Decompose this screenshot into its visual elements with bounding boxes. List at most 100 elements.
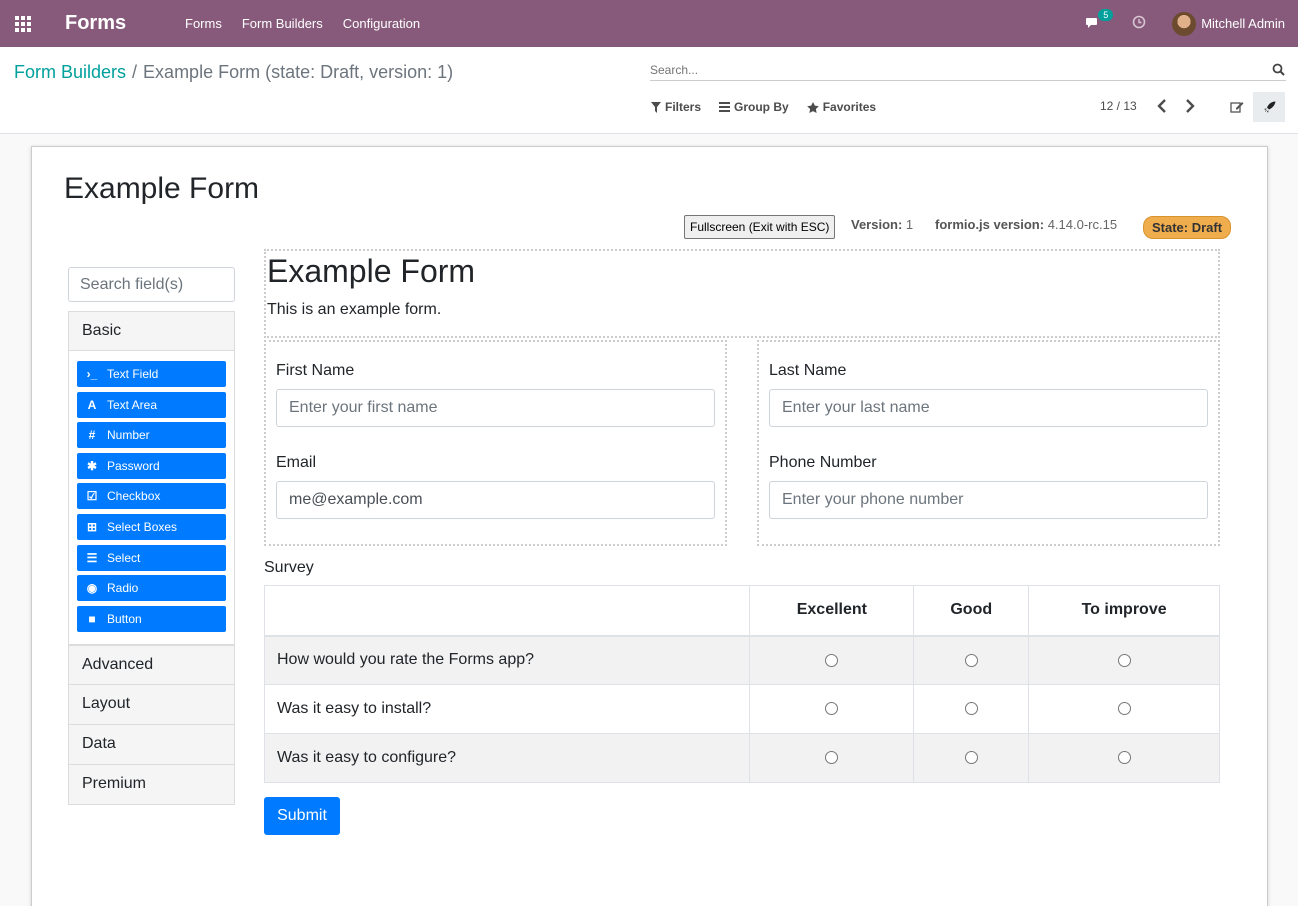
survey-label: Survey	[264, 559, 314, 576]
asterisk-icon: ✱	[86, 458, 98, 473]
group-data[interactable]: Data	[68, 725, 235, 766]
radio-button[interactable]	[964, 653, 978, 667]
pager-value[interactable]: 12 / 13	[1100, 99, 1137, 113]
group-basic[interactable]: Basic	[68, 311, 235, 351]
component-label: Text Field	[107, 367, 159, 381]
avatar[interactable]	[1172, 11, 1197, 36]
chevron-right-icon[interactable]	[1184, 99, 1196, 113]
survey-header-excellent: Excellent	[749, 585, 915, 637]
component-password[interactable]: ✱ Password	[77, 452, 226, 479]
radio-button[interactable]	[825, 751, 839, 765]
top-navbar: Forms Forms Form Builders Configuration …	[0, 0, 1298, 47]
favorites-button[interactable]: Favorites	[806, 100, 877, 114]
filters-label: Filters	[665, 100, 702, 114]
component-button[interactable]: ■ Button	[77, 605, 226, 632]
activities-button[interactable]	[1132, 15, 1146, 32]
submit-button[interactable]: Submit	[264, 797, 340, 835]
hashtag-icon: #	[88, 428, 96, 443]
rocket-icon	[1263, 101, 1275, 113]
component-label: Password	[107, 458, 160, 473]
phone-field[interactable]: Enter your phone number	[769, 481, 1208, 519]
user-menu[interactable]: Mitchell Admin	[1201, 16, 1285, 31]
top-menu: Forms Form Builders Configuration	[185, 16, 420, 31]
builder-sidebar: Search field(s) Basic ›_ Text Field A Text …	[68, 267, 235, 806]
radio-button[interactable]	[1117, 702, 1131, 716]
right-column: Last Name Enter your last name Phone Num…	[757, 340, 1220, 546]
check-square-icon: ☑	[86, 489, 98, 504]
messages-count-badge: 5	[1098, 8, 1114, 21]
menu-item-form-builders[interactable]: Form Builders	[242, 16, 323, 31]
phone-label: Phone Number	[769, 454, 877, 471]
radio-button[interactable]	[825, 653, 839, 667]
breadcrumb-current: Example Form (state: Draft, version: 1)	[143, 62, 454, 82]
group-advanced[interactable]: Advanced	[68, 645, 235, 686]
radio-button[interactable]	[825, 702, 839, 716]
th-list-icon: ☰	[86, 550, 98, 565]
radio-button[interactable]	[1117, 653, 1131, 667]
chevron-left-icon[interactable]	[1156, 99, 1168, 113]
email-field[interactable]: me@example.com	[276, 481, 715, 519]
table-row: Was it easy to configure?	[263, 733, 1220, 783]
app-title: Forms	[65, 12, 127, 34]
search-input[interactable]	[650, 62, 1272, 77]
component-label: Number	[107, 428, 150, 443]
radio-button[interactable]	[964, 751, 978, 765]
edit-icon[interactable]	[1230, 100, 1244, 113]
group-layout[interactable]: Layout	[68, 685, 235, 726]
component-select-boxes[interactable]: ⊞ Select Boxes	[77, 513, 226, 540]
survey-question: Was it easy to install?	[263, 684, 751, 734]
group-by-label: Group By	[734, 100, 789, 114]
apps-menu-icon[interactable]	[0, 0, 46, 47]
bars-icon	[719, 102, 731, 112]
search-icon[interactable]	[1272, 63, 1285, 76]
survey-header-to-improve: To improve	[1028, 585, 1220, 637]
form-builder-view-button[interactable]	[1253, 92, 1285, 122]
first-name-field[interactable]: Enter your first name	[276, 389, 715, 427]
component-text-field[interactable]: ›_ Text Field	[77, 361, 226, 387]
component-select[interactable]: ☰ Select	[77, 544, 226, 571]
last-name-field[interactable]: Enter your last name	[769, 389, 1208, 427]
form-sheet: Example Form Fullscreen (Exit with ESC) …	[31, 146, 1268, 906]
table-row: How would you rate the Forms app?	[263, 635, 1220, 685]
component-radio[interactable]: ◉ Radio	[77, 575, 226, 602]
version-info: Version: 1	[851, 217, 913, 232]
component-label: Select Boxes	[107, 519, 178, 534]
group-by-button[interactable]: Group By	[719, 100, 789, 114]
favorites-label: Favorites	[822, 100, 877, 114]
form-header-block[interactable]: Example Form This is an example form.	[264, 249, 1220, 338]
stop-icon: ■	[88, 611, 96, 626]
page-title: Example Form	[64, 172, 260, 205]
menu-item-configuration[interactable]: Configuration	[343, 16, 420, 31]
group-premium[interactable]: Premium	[68, 765, 235, 806]
form-heading: Example Form	[267, 253, 476, 289]
component-label: Text Area	[107, 397, 158, 412]
menu-item-forms[interactable]: Forms	[185, 16, 222, 31]
email-label: Email	[276, 454, 317, 471]
survey-question: How would you rate the Forms app?	[263, 635, 751, 685]
component-label: Radio	[107, 581, 139, 596]
search-bar	[650, 59, 1286, 81]
field-search-input[interactable]: Search field(s)	[68, 267, 235, 302]
component-text-area[interactable]: A Text Area	[77, 391, 226, 418]
fullscreen-button[interactable]: Fullscreen (Exit with ESC)	[684, 215, 836, 239]
version-value: 1	[905, 217, 914, 232]
component-checkbox[interactable]: ☑ Checkbox	[77, 483, 226, 510]
table-row: Was it easy to install?	[263, 684, 1220, 734]
version-label: Version:	[851, 217, 903, 232]
component-number[interactable]: # Number	[77, 422, 226, 449]
radio-button[interactable]	[964, 702, 978, 716]
messages-button[interactable]: 5	[1086, 8, 1114, 33]
formio-version-info: formio.js version: 4.14.0-rc.15	[935, 217, 1117, 232]
filters-button[interactable]: Filters	[651, 100, 701, 114]
component-label: Checkbox	[107, 489, 161, 504]
survey-question: Was it easy to configure?	[263, 733, 751, 783]
left-column: First Name Enter your first name Email m…	[264, 340, 727, 546]
radio-button[interactable]	[1117, 751, 1131, 765]
last-name-label: Last Name	[769, 362, 847, 379]
formio-version-label: formio.js version:	[935, 217, 1045, 232]
breadcrumb: Form Builders / Example Form (state: Dra…	[14, 62, 453, 83]
breadcrumb-form-builders[interactable]: Form Builders	[14, 62, 126, 83]
survey-header-empty	[263, 585, 751, 637]
formio-version-value: 4.14.0-rc.15	[1047, 217, 1118, 232]
component-label: Select	[107, 550, 141, 565]
